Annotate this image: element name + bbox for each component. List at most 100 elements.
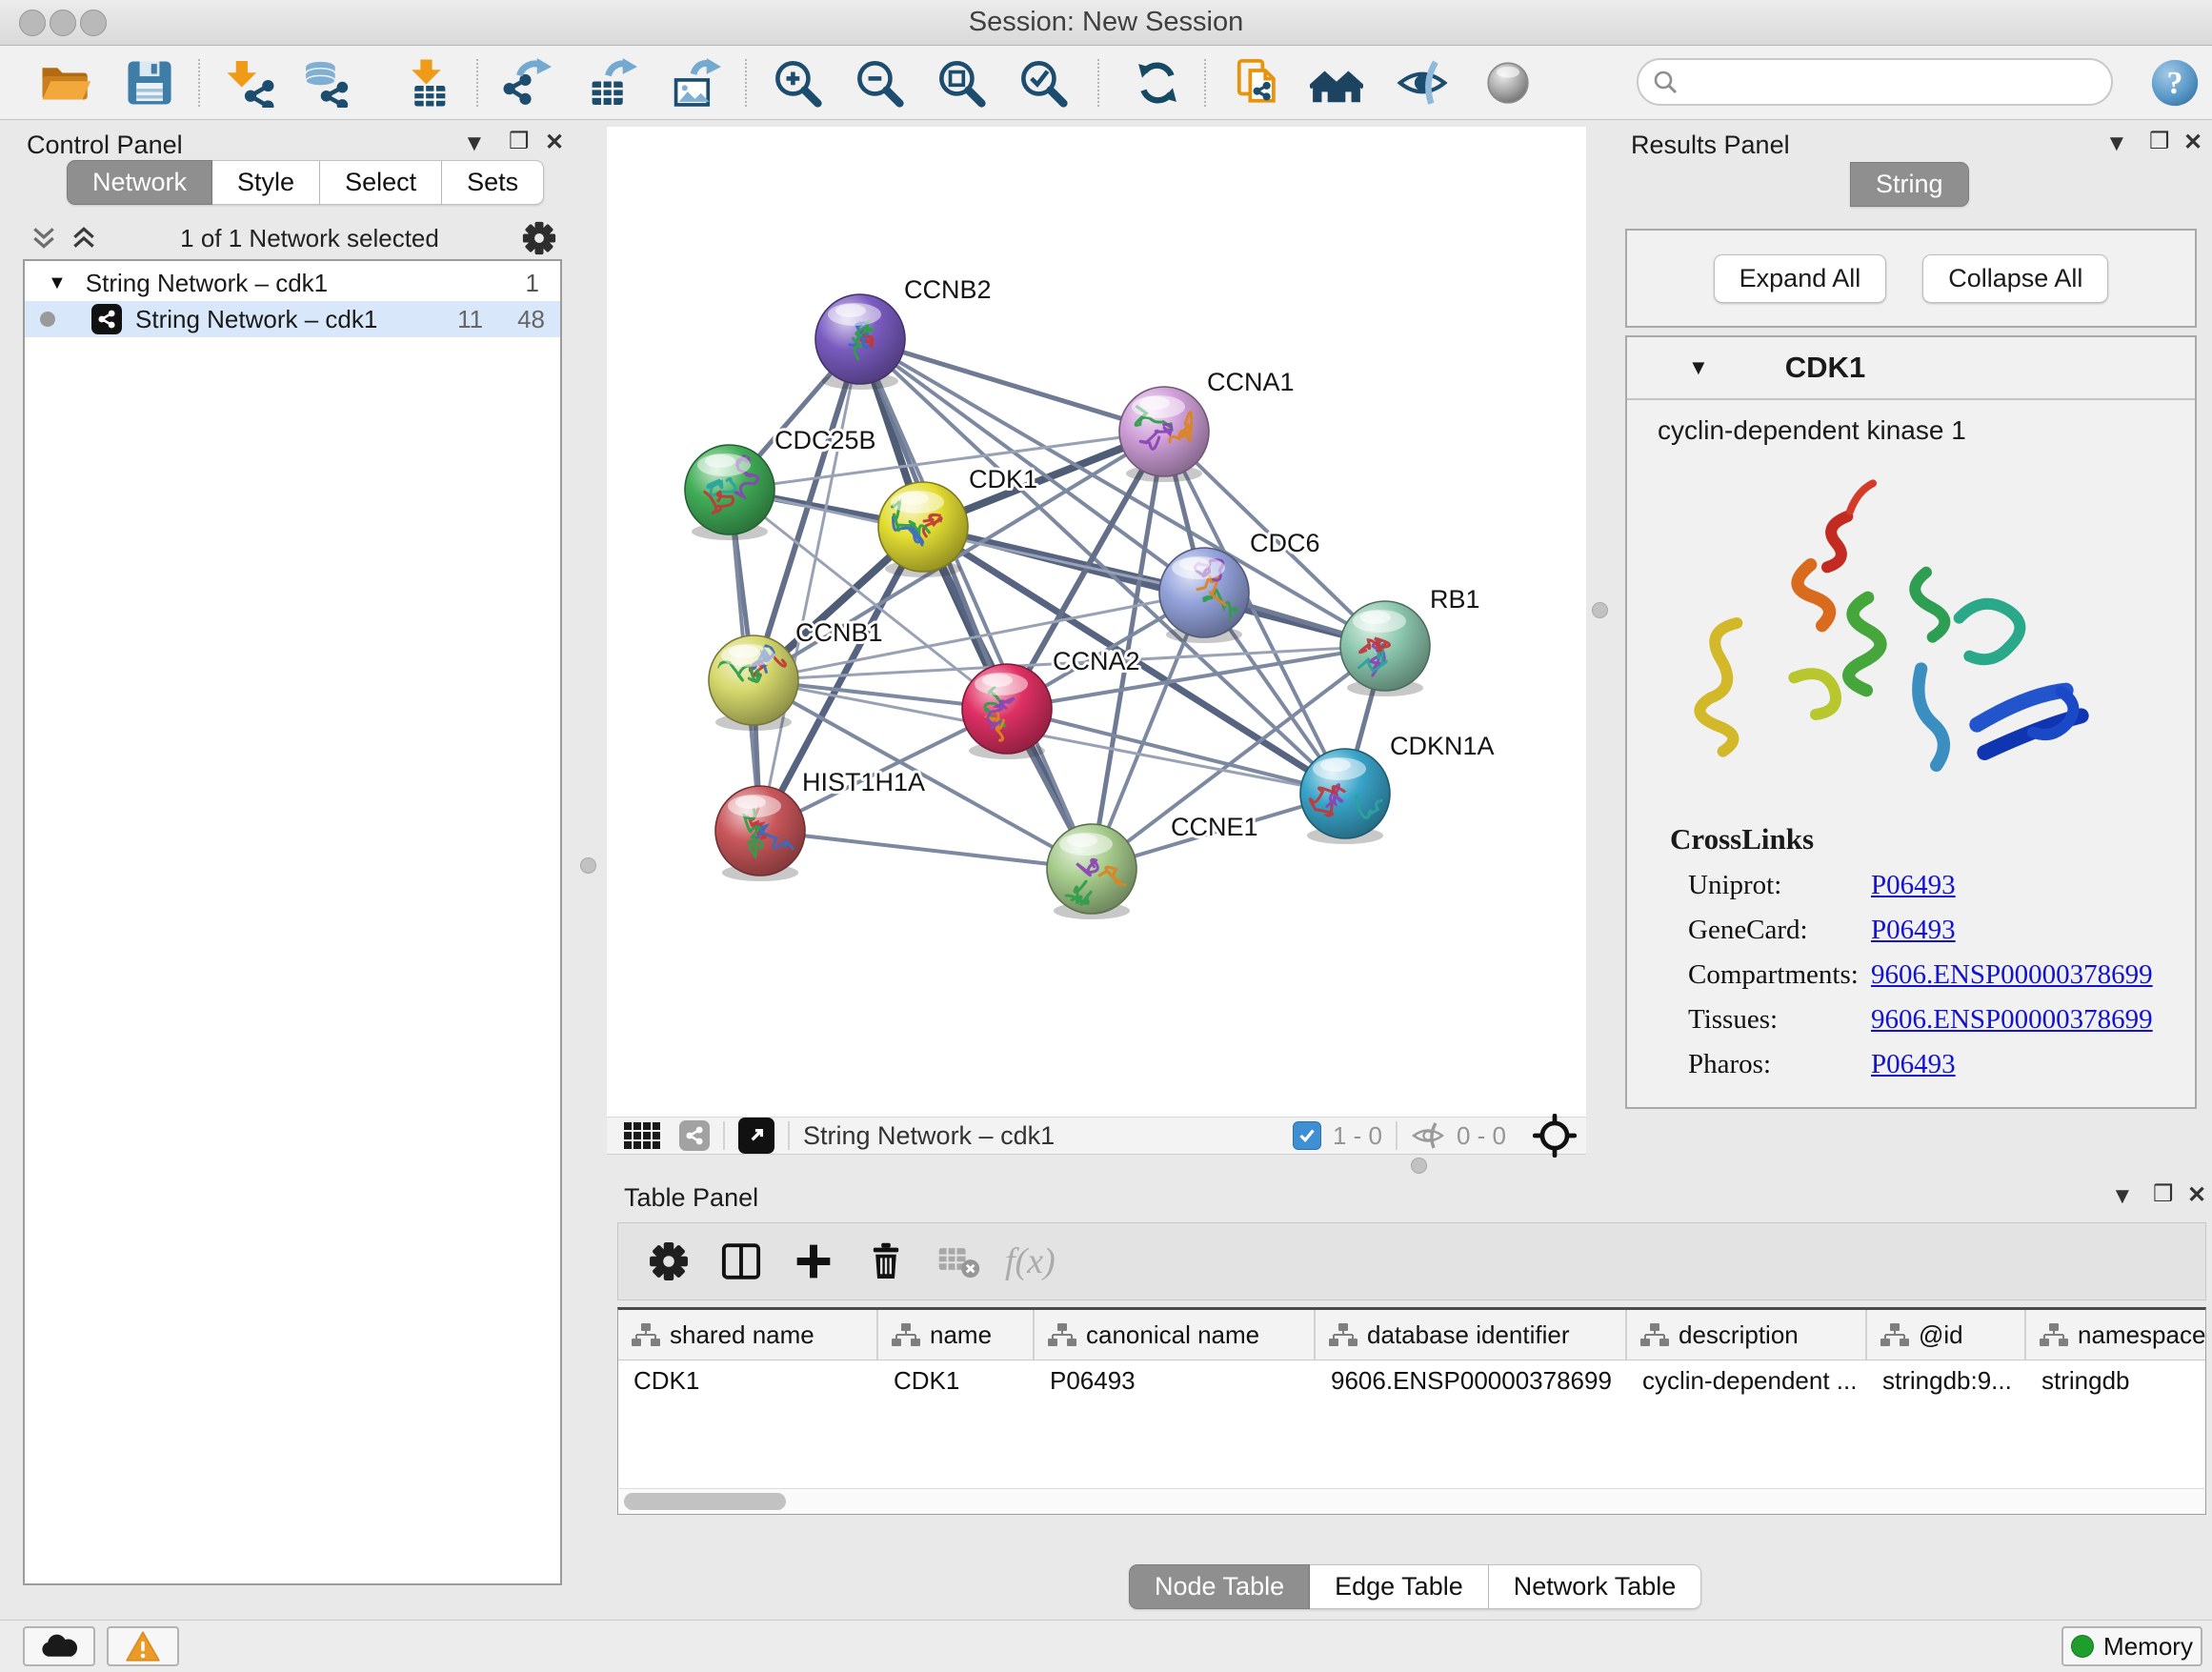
export-network-icon[interactable] [497, 55, 556, 111]
network-selection-status: 1 of 1 Network selected [97, 224, 522, 253]
cell-canonical-name[interactable]: P06493 [1035, 1366, 1316, 1396]
network-node-HIST1H1A[interactable]: HIST1H1A [715, 768, 925, 881]
zoom-in-icon[interactable] [768, 55, 827, 111]
network-edge-HIST1H1A-CCNE1[interactable] [760, 831, 1092, 869]
hide-panels-eye-slash-icon[interactable] [1393, 55, 1452, 111]
zoom-fit-icon[interactable] [932, 55, 991, 111]
expand-all-button[interactable]: Expand All [1714, 254, 1887, 303]
tab-edge-table[interactable]: Edge Table [1310, 1564, 1489, 1609]
network-node-CCNE1[interactable]: CCNE1 [1047, 813, 1258, 919]
home-icon[interactable] [1307, 55, 1366, 111]
refresh-view-icon[interactable] [1128, 55, 1187, 111]
results-panel-close-icon[interactable]: ✕ [2183, 130, 2202, 156]
scrollbar-thumb[interactable] [624, 1493, 786, 1510]
control-panel-menu-icon[interactable]: ▼ [463, 131, 486, 157]
network-edge-CCNB2-HIST1H1A[interactable] [760, 339, 860, 831]
memory-button[interactable]: Memory [2061, 1626, 2202, 1666]
pan-crosshair-icon[interactable] [1533, 1114, 1577, 1158]
network-thumbnail-icon[interactable] [679, 1120, 710, 1151]
control-panel-float-icon[interactable]: ❒ [509, 129, 530, 155]
node-table[interactable]: shared namenamecanonical namedatabase id… [617, 1307, 2206, 1515]
cell-database-identifier[interactable]: 9606.ENSP00000378699 [1316, 1366, 1627, 1396]
clone-network-icon[interactable] [1229, 55, 1288, 111]
collapse-all-button[interactable]: Collapse All [1922, 254, 2108, 303]
column-header-namespace[interactable]: namespace [2026, 1310, 2206, 1360]
crosslink-value-link[interactable]: P06493 [1871, 870, 1956, 901]
network-node-CCNA1[interactable]: CCNA1 [1119, 368, 1295, 482]
import-network-database-icon[interactable] [295, 55, 354, 111]
delete-column-trash-icon[interactable] [864, 1239, 908, 1283]
results-panel-menu-icon[interactable]: ▼ [2105, 131, 2128, 157]
tab-network-table[interactable]: Network Table [1489, 1564, 1702, 1609]
network-node-RB1[interactable]: RB1 [1340, 585, 1480, 696]
expand-all-icon[interactable] [70, 226, 97, 251]
column-header-name[interactable]: name [878, 1310, 1035, 1360]
horizontal-splitter-handle[interactable] [1411, 1158, 1427, 1174]
tab-sets[interactable]: Sets [442, 160, 544, 205]
node-label-RB1: RB1 [1430, 585, 1480, 614]
column-header-canonical-name[interactable]: canonical name [1035, 1310, 1316, 1360]
cell-@id[interactable]: stringdb:9... [1867, 1366, 2026, 1396]
crosslink-label: Compartments: [1688, 959, 1871, 991]
collection-expand-triangle-icon[interactable]: ▼ [48, 272, 67, 294]
warnings-button[interactable] [107, 1626, 179, 1666]
add-column-plus-icon[interactable] [792, 1239, 835, 1283]
network-view-canvas[interactable]: CCNB2CCNA1CDC25BCDK1CDC6RB1CCNB1CCNA2CDK… [607, 127, 1586, 1117]
table-horizontal-scrollbar[interactable] [617, 1488, 2206, 1515]
help-button[interactable]: ? [2145, 55, 2204, 111]
table-row[interactable]: CDK1CDK1P064939606.ENSP00000378699cyclin… [618, 1360, 2205, 1400]
column-header-description[interactable]: description [1627, 1310, 1867, 1360]
preview-sphere-icon[interactable] [1478, 55, 1538, 111]
selected-checkbox-icon[interactable] [1293, 1121, 1321, 1150]
string-network-graph[interactable]: CCNB2CCNA1CDC25BCDK1CDC6RB1CCNB1CCNA2CDK… [607, 127, 1586, 1117]
zoom-out-icon[interactable] [850, 55, 909, 111]
crosslink-value-link[interactable]: 9606.ENSP00000378699 [1871, 1004, 2153, 1036]
column-header-shared-name[interactable]: shared name [618, 1310, 878, 1360]
search-field[interactable] [1637, 58, 2113, 106]
import-table-file-icon[interactable] [398, 55, 457, 111]
column-settings-gear-icon[interactable] [647, 1239, 691, 1283]
network-edge-CCNB2-CCNA1[interactable] [860, 339, 1164, 432]
function-builder-icon[interactable]: f(x) [1005, 1240, 1056, 1282]
network-row-selected[interactable]: String Network – cdk1 11 48 [25, 301, 560, 337]
crosslink-value-link[interactable]: P06493 [1871, 915, 1956, 946]
tab-style[interactable]: Style [212, 160, 320, 205]
export-table-icon[interactable] [583, 55, 642, 111]
collapse-all-icon[interactable] [30, 226, 57, 251]
save-session-icon[interactable] [120, 55, 179, 111]
zoom-selected-icon[interactable] [1014, 55, 1073, 111]
import-network-file-icon[interactable] [221, 55, 280, 111]
cell-shared-name[interactable]: CDK1 [618, 1366, 878, 1396]
tab-select[interactable]: Select [320, 160, 442, 205]
tab-string[interactable]: String [1850, 162, 1969, 207]
show-columns-icon[interactable] [719, 1239, 763, 1283]
cell-name[interactable]: CDK1 [878, 1366, 1035, 1396]
network-collection-row[interactable]: ▼ String Network – cdk1 1 [25, 265, 560, 301]
protein-expand-triangle-icon[interactable]: ▼ [1688, 355, 1709, 380]
detach-view-icon[interactable] [738, 1118, 774, 1154]
network-node-CDKN1A[interactable]: CDKN1A [1300, 732, 1495, 844]
export-image-icon[interactable] [667, 55, 726, 111]
table-panel-close-icon[interactable]: ✕ [2187, 1182, 2206, 1209]
tab-node-table[interactable]: Node Table [1129, 1564, 1310, 1609]
network-options-gear-icon[interactable] [522, 221, 556, 255]
column-header-database-identifier[interactable]: database identifier [1316, 1310, 1627, 1360]
search-input[interactable] [1679, 62, 2111, 102]
cloud-status-button[interactable] [23, 1626, 95, 1666]
crosslink-value-link[interactable]: 9606.ENSP00000378699 [1871, 959, 2153, 991]
table-panel-float-icon[interactable]: ❒ [2153, 1181, 2174, 1208]
control-panel-close-icon[interactable]: ✕ [545, 130, 564, 156]
results-panel-float-icon[interactable]: ❒ [2149, 129, 2170, 155]
crosslink-value-link[interactable]: P06493 [1871, 1049, 1956, 1080]
left-splitter-handle[interactable] [580, 857, 596, 874]
delete-table-icon[interactable] [936, 1239, 980, 1283]
open-file-icon[interactable] [36, 55, 95, 111]
protein-card-header[interactable]: ▼ CDK1 [1627, 337, 2195, 400]
grid-view-icon[interactable] [622, 1121, 662, 1150]
cell-description[interactable]: cyclin-dependent ... [1627, 1366, 1867, 1396]
right-splitter-handle[interactable] [1592, 602, 1608, 618]
column-header-@id[interactable]: @id [1867, 1310, 2026, 1360]
tab-network[interactable]: Network [67, 160, 212, 205]
table-panel-menu-icon[interactable]: ▼ [2111, 1183, 2134, 1210]
cell-namespace[interactable]: stringdb [2026, 1366, 2206, 1396]
